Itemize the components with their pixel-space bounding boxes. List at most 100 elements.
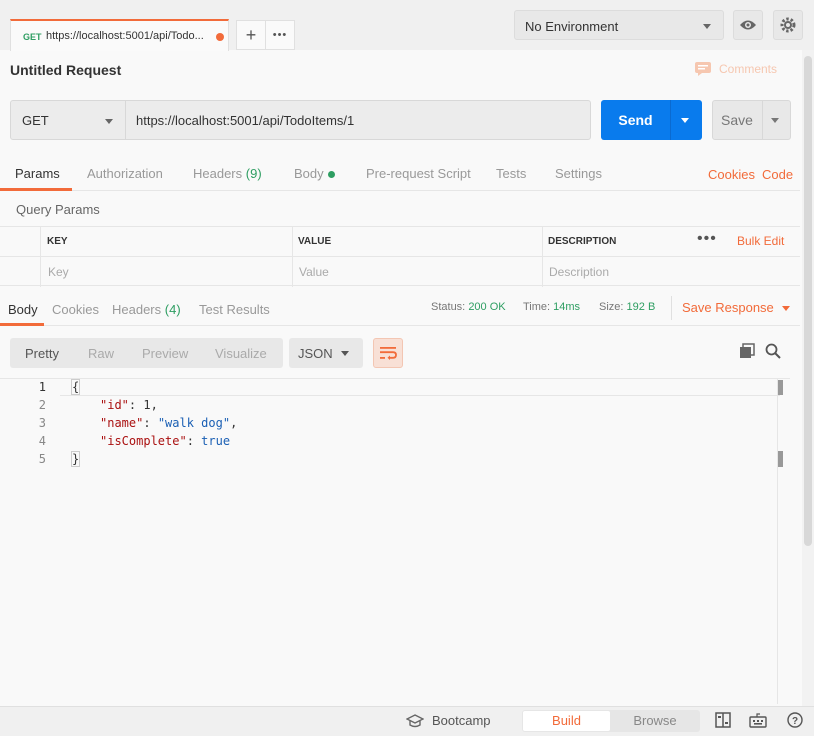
size-value: 192 B <box>626 301 656 313</box>
method-select[interactable]: GET <box>10 100 126 140</box>
time-value: 14ms <box>553 301 581 313</box>
value-cell[interactable]: Value <box>292 257 542 287</box>
help-icon: ? <box>787 712 803 728</box>
keyboard-shortcuts-button[interactable] <box>749 712 767 731</box>
response-tab-test-results[interactable]: Test Results <box>199 302 270 317</box>
status-divider <box>671 296 672 320</box>
code-line: "isComplete": true <box>100 434 231 448</box>
tab-title: https://localhost:5001/api/Todo... <box>46 30 204 42</box>
bootcamp-label: Bootcamp <box>432 713 491 728</box>
key-header-label: KEY <box>47 236 68 247</box>
environment-select[interactable]: No Environment <box>514 10 724 40</box>
key-placeholder: Key <box>48 265 69 279</box>
save-options-chevron-icon[interactable] <box>771 118 779 123</box>
tab-pre-request-script[interactable]: Pre-request Script <box>366 166 471 181</box>
send-divider <box>670 100 671 140</box>
tab-settings[interactable]: Settings <box>555 166 602 181</box>
keyboard-icon <box>749 713 767 728</box>
response-tab-body[interactable]: Body <box>8 302 38 317</box>
save-response-label: Save Response <box>682 300 774 315</box>
value-header-label: VALUE <box>298 236 332 247</box>
browse-mode-button[interactable]: Browse <box>611 710 699 732</box>
send-label: Send <box>618 112 653 128</box>
help-button[interactable]: ? <box>787 712 803 731</box>
body-indicator-dot-icon <box>327 171 335 179</box>
settings-button[interactable] <box>773 10 803 40</box>
comments-button[interactable]: Comments <box>695 62 777 76</box>
request-title: Untitled Request <box>10 62 122 78</box>
wrap-lines-icon <box>380 347 397 360</box>
url-input[interactable] <box>125 100 591 140</box>
line-number: 4 <box>38 434 46 448</box>
two-pane-icon <box>715 712 731 728</box>
send-button[interactable]: Send <box>601 100 702 140</box>
code-line: "name": "walk dog", <box>100 416 238 430</box>
json-key: "isComplete" <box>100 434 187 448</box>
code-line: "id": 1, <box>100 398 158 412</box>
method-label: GET <box>22 113 49 128</box>
code-open-brace: { <box>70 379 81 395</box>
eye-icon <box>740 20 756 30</box>
cookies-link[interactable]: Cookies <box>708 167 755 182</box>
json-value: "walk dog" <box>157 416 231 430</box>
json-value: true <box>201 434 231 448</box>
copy-icon <box>740 343 755 358</box>
view-pretty[interactable]: Pretty <box>25 346 59 361</box>
view-visualize[interactable]: Visualize <box>215 346 267 361</box>
bulk-edit-link[interactable]: Bulk Edit <box>737 234 784 248</box>
search-icon <box>765 343 781 359</box>
status-readout: Status: 200 OK <box>431 301 506 313</box>
save-divider <box>762 101 763 139</box>
save-label: Save <box>721 112 753 128</box>
key-cell[interactable]: Key <box>40 257 292 287</box>
tab-more-button[interactable]: ••• <box>266 21 294 49</box>
description-cell[interactable]: Description <box>542 257 800 287</box>
query-params-title: Query Params <box>16 202 100 217</box>
bootcamp-button[interactable]: Bootcamp <box>406 713 491 728</box>
gear-icon <box>780 17 796 33</box>
query-params-table: KEY VALUE DESCRIPTION Key Value Descript… <box>0 226 800 287</box>
response-tab-cookies[interactable]: Cookies <box>52 302 99 317</box>
key-column-header: KEY <box>40 227 292 257</box>
save-button[interactable]: Save <box>712 100 791 140</box>
chevron-down-icon <box>703 24 711 29</box>
two-pane-view-button[interactable] <box>715 712 731 731</box>
line-number: 3 <box>38 416 46 430</box>
tab-headers[interactable]: Headers (9) <box>193 166 262 181</box>
tab-actions: + ••• <box>236 20 295 50</box>
view-mode-tabs: Pretty Raw Preview Visualize <box>10 338 283 368</box>
send-options-chevron-icon[interactable] <box>681 118 689 123</box>
build-mode-button[interactable]: Build <box>523 711 610 731</box>
environment-quick-look-button[interactable] <box>733 10 763 40</box>
value-placeholder: Value <box>299 265 329 279</box>
search-button[interactable] <box>765 343 781 362</box>
new-tab-button[interactable]: + <box>237 21 266 49</box>
view-raw[interactable]: Raw <box>88 346 114 361</box>
format-select[interactable]: JSON <box>289 338 363 368</box>
ruler-marker <box>778 451 783 467</box>
save-response-button[interactable]: Save Response <box>682 300 790 315</box>
code-link[interactable]: Code <box>762 167 793 182</box>
line-number: 1 <box>38 380 46 394</box>
size-label: Size: <box>599 301 624 313</box>
column-options-button[interactable]: ••• <box>697 230 717 248</box>
ruler-marker <box>778 380 783 395</box>
vertical-scrollbar[interactable] <box>804 56 812 546</box>
tab-body[interactable]: Body <box>294 166 335 181</box>
size-readout: Size: 192 B <box>599 301 655 313</box>
tab-tests[interactable]: Tests <box>496 166 526 181</box>
tab-authorization[interactable]: Authorization <box>87 166 163 181</box>
status-value: 200 OK <box>468 301 506 313</box>
tab-params[interactable]: Params <box>15 166 60 181</box>
response-tab-headers[interactable]: Headers (4) <box>112 302 181 317</box>
graduation-cap-icon <box>406 713 424 727</box>
copy-button[interactable] <box>739 343 755 362</box>
wrap-lines-button[interactable] <box>373 338 403 368</box>
editor-overview-ruler <box>777 378 790 704</box>
request-tab[interactable]: GET https://localhost:5001/api/Todo... <box>10 19 229 51</box>
comment-icon <box>695 62 711 76</box>
time-label: Time: <box>523 301 551 313</box>
json-key: "id" <box>100 398 129 412</box>
view-preview[interactable]: Preview <box>142 346 188 361</box>
status-label: Status: <box>431 301 466 313</box>
